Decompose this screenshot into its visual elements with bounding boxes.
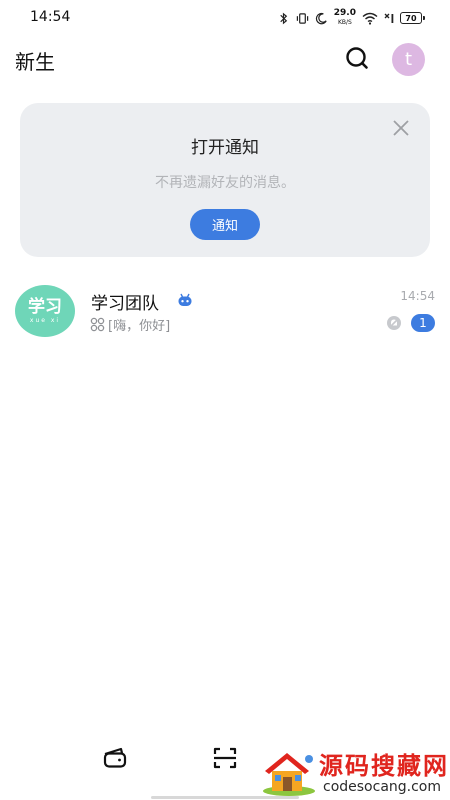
net-speed-value: 29.0 xyxy=(333,8,356,18)
status-icons: 29.0 KB/S 70 xyxy=(277,9,425,27)
moon-icon xyxy=(315,12,327,24)
avatar-letter: t xyxy=(404,49,413,70)
unread-badge: 1 xyxy=(411,314,435,332)
header: 新生 t xyxy=(0,36,450,80)
bot-icon xyxy=(178,293,192,306)
chat-avatar-text: 学习 xyxy=(28,296,62,317)
my-avatar[interactable]: t xyxy=(392,43,425,76)
status-time: 14:54 xyxy=(30,9,71,25)
wifi-icon xyxy=(362,12,378,25)
chat-avatar-subtext: xue xi xyxy=(29,316,61,324)
battery-level: 70 xyxy=(405,13,417,23)
search-icon[interactable] xyxy=(344,45,370,71)
group-icon xyxy=(90,317,105,332)
house-logo-icon xyxy=(263,753,315,796)
vibrate-icon xyxy=(296,12,308,24)
chat-avatar: 学习 xue xi xyxy=(15,285,75,337)
watermark-url: codesocang.com xyxy=(323,779,442,795)
chat-name: 学习团队 xyxy=(91,294,159,314)
bluetooth-icon xyxy=(280,12,287,24)
wallet-icon[interactable] xyxy=(101,744,129,772)
notification-title: 打开通知 xyxy=(191,138,259,158)
battery-icon: 70 xyxy=(400,12,425,24)
chat-time: 14:54 xyxy=(400,289,435,303)
notification-subtitle: 不再遗漏好友的消息。 xyxy=(155,175,295,191)
status-bar: 14:54 29.0 KB/S 70 xyxy=(0,0,450,36)
watermark-text: 源码搜藏网 xyxy=(319,752,449,780)
watermark: 源码搜藏网 codesocang.com xyxy=(255,743,450,800)
chat-list-item[interactable]: 学习 xue xi 学习团队 14:54 [嗨，你好] 1 xyxy=(0,277,450,347)
signal-icon xyxy=(384,13,394,23)
net-speed: 29.0 KB/S xyxy=(334,9,356,27)
chat-preview: [嗨，你好] xyxy=(108,319,171,334)
page-title: 新生 xyxy=(15,50,55,74)
scan-icon[interactable] xyxy=(211,744,239,772)
notification-card: 打开通知 不再遗漏好友的消息。 通知 xyxy=(20,103,430,257)
mute-icon xyxy=(387,316,401,330)
enable-notification-button[interactable]: 通知 xyxy=(190,209,260,240)
net-speed-unit: KB/S xyxy=(337,19,352,26)
